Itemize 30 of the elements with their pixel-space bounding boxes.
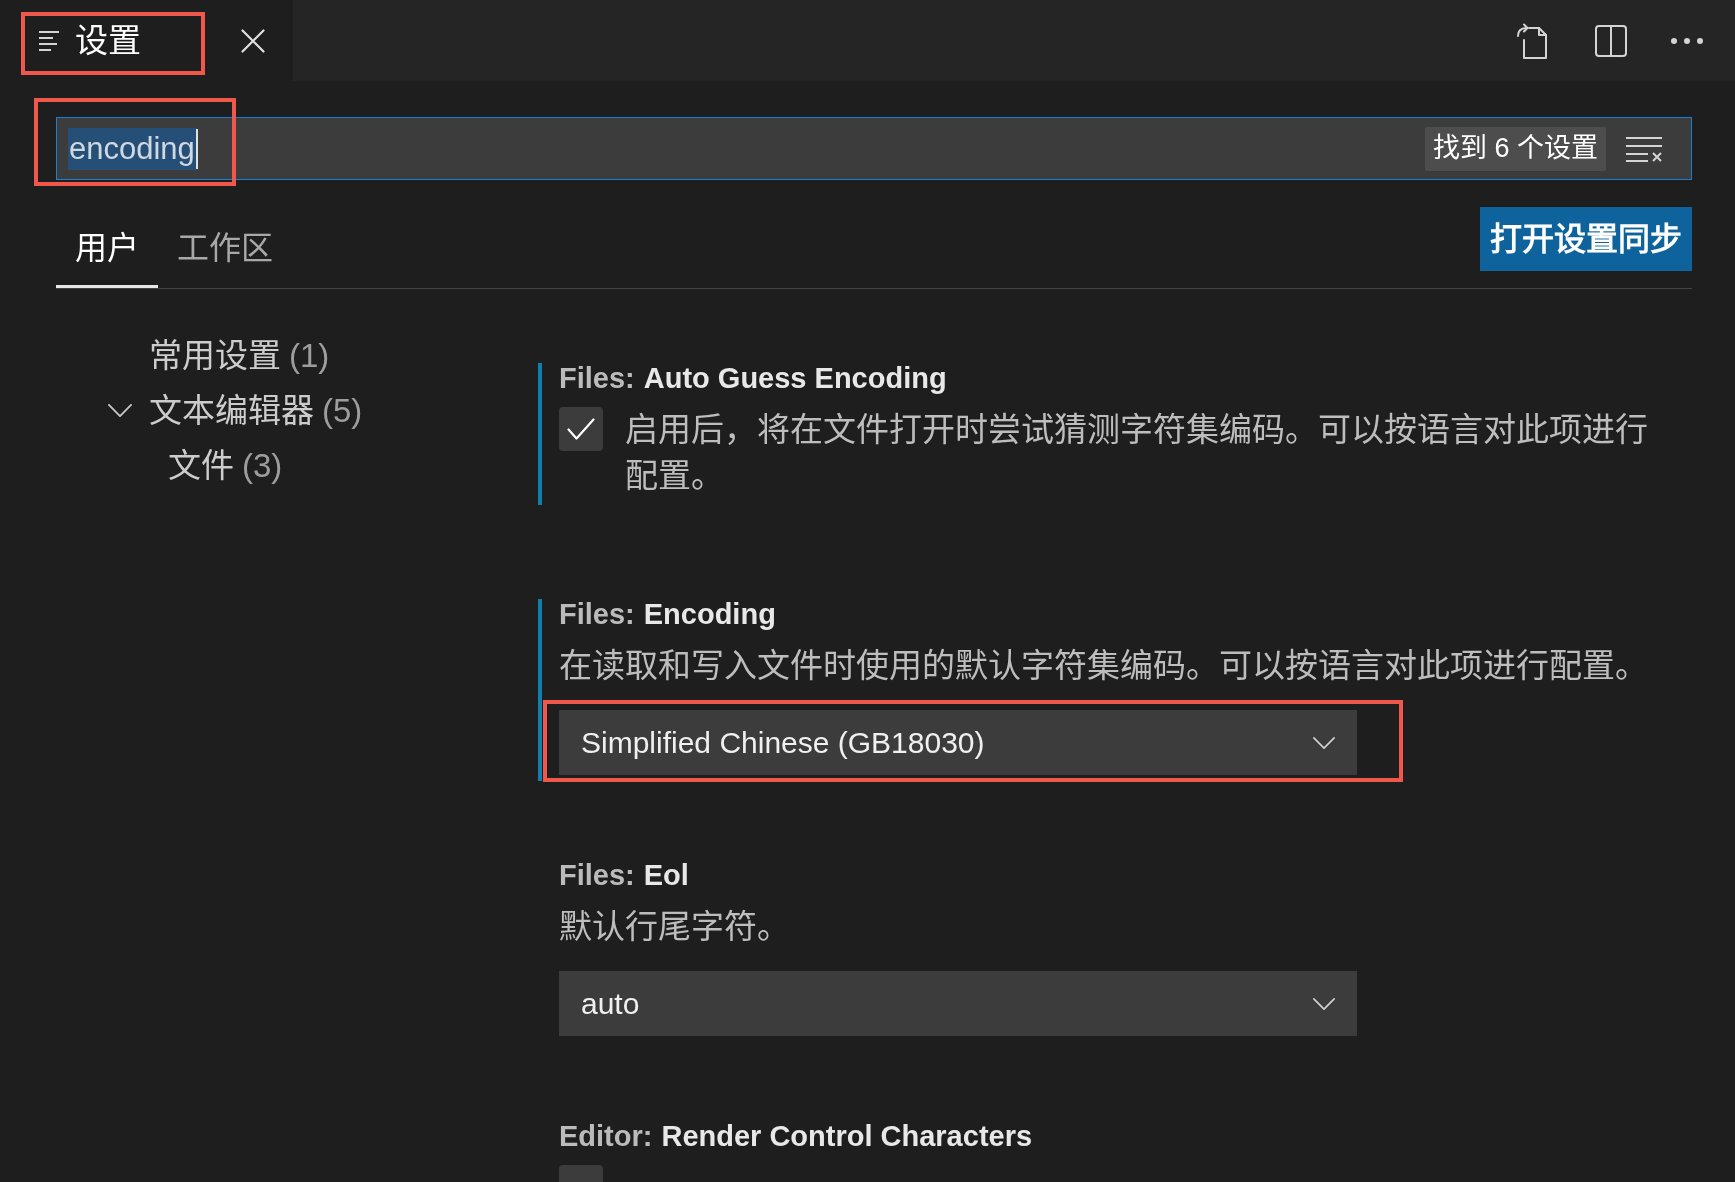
scope-tab[interactable]: 工作区 xyxy=(158,210,292,288)
dropdown[interactable]: auto xyxy=(559,971,1357,1036)
setting-category: Files: xyxy=(559,860,635,890)
chevron-down-icon xyxy=(1313,997,1335,1010)
more-icon[interactable] xyxy=(1671,37,1703,44)
close-icon[interactable] xyxy=(241,28,265,53)
setting-description: 启用后，将在文件打开时尝试猜测字符集编码。可以按语言对此项进行配置。 xyxy=(625,410,1649,496)
setting-category: Files: xyxy=(559,363,635,393)
setting-title: Eol xyxy=(643,860,689,890)
tab-title[interactable]: 设置 xyxy=(75,20,141,61)
setting-category: Editor: xyxy=(559,1121,653,1151)
setting-title: Encoding xyxy=(643,599,776,629)
scope-tab[interactable]: 用户 xyxy=(56,210,158,288)
list-lines-icon xyxy=(39,30,59,51)
toc-item[interactable]: 文本编辑器 (5) xyxy=(108,390,363,431)
setting-title: Auto Guess Encoding xyxy=(643,363,947,393)
sync-settings-button[interactable]: 打开设置同步 xyxy=(1480,207,1692,271)
dropdown[interactable]: Simplified Chinese (GB18030) xyxy=(559,710,1357,775)
clear-filter-icon[interactable] xyxy=(1625,135,1663,162)
split-view-icon[interactable] xyxy=(1595,24,1627,57)
toc-item[interactable]: 常用设置 (1) xyxy=(108,335,330,376)
setting-description: 在读取和写入文件时使用的默认字符集编码。可以按语言对此项进行配置。 xyxy=(559,646,1649,686)
setting-title: Render Control Characters xyxy=(661,1121,1033,1151)
checkbox[interactable] xyxy=(559,407,603,451)
result-count: 找到 6 个设置 xyxy=(1424,126,1606,171)
toc-item[interactable]: 文件 (3) xyxy=(127,445,283,486)
setting-category: Files: xyxy=(559,599,635,629)
check-icon xyxy=(567,418,595,440)
chevron-down-icon xyxy=(1313,736,1335,749)
setting-description: 默认行尾字符。 xyxy=(559,907,791,947)
